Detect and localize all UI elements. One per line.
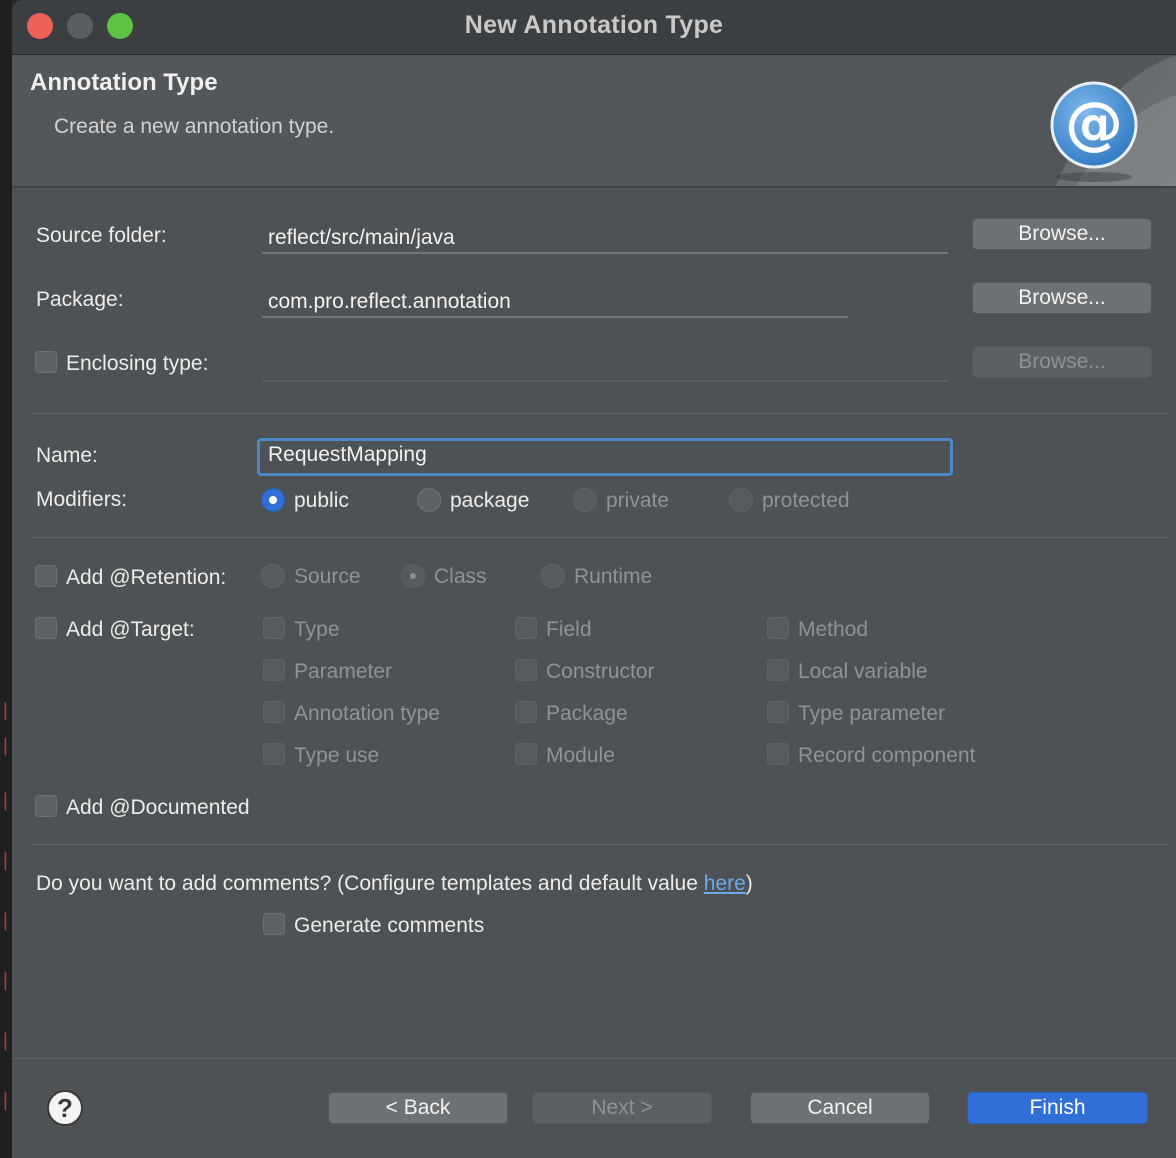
target-module-checkbox[interactable] bbox=[515, 743, 537, 765]
enclosing-type-label: Enclosing type: bbox=[66, 352, 209, 375]
window-title: New Annotation Type bbox=[464, 11, 724, 39]
add-retention-label: Add @Retention: bbox=[66, 566, 227, 589]
modifier-protected-label: protected bbox=[762, 489, 850, 512]
comments-question-text: Do you want to add comments? (Configure … bbox=[36, 872, 704, 895]
wizard-page-description: Create a new annotation type. bbox=[54, 115, 335, 138]
footer-separator bbox=[12, 1058, 1176, 1059]
target-parameter-label: Parameter bbox=[294, 660, 393, 683]
source-folder-browse-button[interactable]: Browse... bbox=[972, 218, 1152, 250]
retention-runtime-radio[interactable] bbox=[541, 564, 565, 588]
modifier-package-label: package bbox=[450, 489, 530, 512]
generate-comments-checkbox[interactable] bbox=[263, 913, 285, 935]
retention-source-label: Source bbox=[294, 565, 361, 588]
name-label: Name: bbox=[36, 444, 98, 467]
modifier-public-radio[interactable] bbox=[261, 488, 285, 512]
enclosing-type-checkbox[interactable] bbox=[35, 351, 57, 373]
editor-marker: | bbox=[0, 700, 11, 721]
separator bbox=[32, 537, 1168, 538]
target-module-label: Module bbox=[546, 744, 615, 767]
svg-text:@: @ bbox=[1065, 89, 1123, 157]
editor-marker: | bbox=[0, 790, 11, 811]
comments-question: Do you want to add comments? (Configure … bbox=[36, 872, 753, 896]
retention-runtime-label: Runtime bbox=[574, 565, 653, 588]
target-constructor-checkbox[interactable] bbox=[515, 659, 537, 681]
editor-marker: | bbox=[0, 970, 11, 991]
target-package-label: Package bbox=[546, 702, 628, 725]
target-constructor-label: Constructor bbox=[546, 660, 655, 683]
configure-templates-link[interactable]: here bbox=[704, 872, 746, 895]
finish-button[interactable]: Finish bbox=[967, 1092, 1148, 1124]
add-target-checkbox[interactable] bbox=[35, 617, 57, 639]
editor-marker: | bbox=[0, 1090, 11, 1111]
editor-marker: | bbox=[0, 735, 11, 756]
retention-source-radio[interactable] bbox=[261, 564, 285, 588]
enclosing-type-input[interactable] bbox=[262, 350, 948, 382]
retention-class-radio[interactable] bbox=[401, 564, 425, 588]
modifier-private-radio[interactable] bbox=[573, 488, 597, 512]
separator bbox=[32, 844, 1168, 845]
target-type-use-checkbox[interactable] bbox=[263, 743, 285, 765]
help-icon[interactable]: ? bbox=[47, 1090, 83, 1126]
target-local-variable-label: Local variable bbox=[798, 660, 928, 683]
wizard-header: Annotation Type Create a new annotation … bbox=[12, 55, 1176, 188]
target-parameter-checkbox[interactable] bbox=[263, 659, 285, 681]
add-documented-label: Add @Documented bbox=[66, 796, 250, 819]
name-input[interactable]: RequestMapping bbox=[257, 438, 953, 476]
modifier-public-label: public bbox=[294, 489, 349, 512]
package-input[interactable]: com.pro.reflect.annotation bbox=[262, 286, 848, 318]
target-record-component-label: Record component bbox=[798, 744, 976, 767]
target-type-label: Type bbox=[294, 618, 340, 641]
add-retention-checkbox[interactable] bbox=[35, 565, 57, 587]
target-method-checkbox[interactable] bbox=[767, 617, 789, 639]
target-field-label: Field bbox=[546, 618, 592, 641]
source-folder-input[interactable]: reflect/src/main/java bbox=[262, 222, 948, 254]
target-type-use-label: Type use bbox=[294, 744, 380, 767]
target-field-checkbox[interactable] bbox=[515, 617, 537, 639]
retention-class-label: Class bbox=[434, 565, 487, 588]
background-editor-edge: | | | | | | | | bbox=[0, 0, 12, 1158]
editor-marker: | bbox=[0, 910, 11, 931]
add-target-label: Add @Target: bbox=[66, 618, 195, 641]
modifiers-label: Modifiers: bbox=[36, 488, 128, 511]
enclosing-type-browse-button[interactable]: Browse... bbox=[972, 346, 1152, 378]
modifier-package-radio[interactable] bbox=[417, 488, 441, 512]
at-sign-icon: @ bbox=[1050, 55, 1176, 186]
separator bbox=[32, 413, 1168, 414]
title-bar: New Annotation Type bbox=[12, 0, 1176, 55]
editor-marker: | bbox=[0, 1030, 11, 1051]
modifier-protected-radio[interactable] bbox=[729, 488, 753, 512]
cancel-button[interactable]: Cancel bbox=[750, 1092, 930, 1124]
target-method-label: Method bbox=[798, 618, 869, 641]
target-annotation-type-checkbox[interactable] bbox=[263, 701, 285, 723]
modifier-private-label: private bbox=[606, 489, 670, 512]
target-type-parameter-checkbox[interactable] bbox=[767, 701, 789, 723]
source-folder-label: Source folder: bbox=[36, 224, 167, 247]
target-package-checkbox[interactable] bbox=[515, 701, 537, 723]
target-local-variable-checkbox[interactable] bbox=[767, 659, 789, 681]
package-label: Package: bbox=[36, 288, 124, 311]
back-button[interactable]: < Back bbox=[328, 1092, 508, 1124]
target-type-parameter-label: Type parameter bbox=[798, 702, 946, 725]
comments-question-close: ) bbox=[745, 872, 753, 895]
target-record-component-checkbox[interactable] bbox=[767, 743, 789, 765]
target-type-checkbox[interactable] bbox=[263, 617, 285, 639]
next-button[interactable]: Next > bbox=[532, 1092, 712, 1124]
wizard-page-title: Annotation Type bbox=[30, 69, 218, 96]
add-documented-checkbox[interactable] bbox=[35, 795, 57, 817]
editor-marker: | bbox=[0, 850, 11, 871]
generate-comments-label: Generate comments bbox=[294, 914, 485, 937]
package-browse-button[interactable]: Browse... bbox=[972, 282, 1152, 314]
new-annotation-type-dialog: New Annotation Type Annotation Type Crea… bbox=[12, 0, 1176, 1158]
target-annotation-type-label: Annotation type bbox=[294, 702, 440, 725]
